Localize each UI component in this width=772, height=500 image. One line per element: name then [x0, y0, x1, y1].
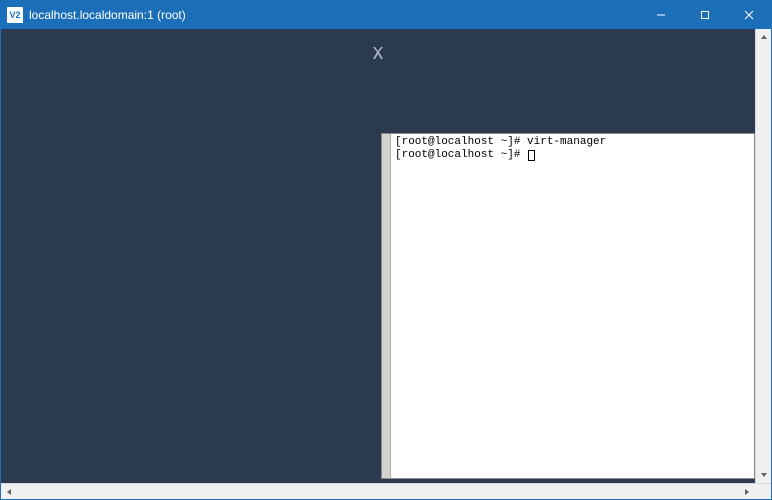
- scrollbar-corner: [755, 484, 771, 499]
- terminal-cursor: [528, 150, 535, 161]
- minimize-button[interactable]: [639, 1, 683, 29]
- vnc-app-icon: V2: [7, 7, 23, 23]
- terminal-scrollbar[interactable]: [382, 134, 391, 478]
- scroll-right-icon[interactable]: [739, 484, 755, 499]
- scroll-down-icon[interactable]: [756, 467, 771, 483]
- vertical-scrollbar[interactable]: [755, 29, 771, 483]
- scroll-up-icon[interactable]: [756, 29, 771, 45]
- horizontal-scrollbar[interactable]: [1, 483, 771, 499]
- vnc-viewer-window: V2 localhost.localdomain:1 (root) [: [0, 0, 772, 500]
- maximize-button[interactable]: [683, 1, 727, 29]
- close-button[interactable]: [727, 1, 771, 29]
- window-title: localhost.localdomain:1 (root): [29, 8, 639, 22]
- scroll-left-icon[interactable]: [1, 484, 17, 499]
- titlebar[interactable]: V2 localhost.localdomain:1 (root): [1, 1, 771, 29]
- terminal-window[interactable]: [root@localhost ~]# virt-manager [root@l…: [381, 133, 755, 479]
- terminal-command: virt-manager: [527, 136, 606, 148]
- client-area: [root@localhost ~]# virt-manager [root@l…: [1, 29, 771, 483]
- terminal-prompt: [root@localhost ~]#: [395, 136, 527, 148]
- x-logo-icon: [370, 45, 386, 66]
- terminal-prompt: [root@localhost ~]#: [395, 149, 527, 161]
- terminal-body[interactable]: [root@localhost ~]# virt-manager [root@l…: [391, 134, 754, 478]
- remote-desktop[interactable]: [root@localhost ~]# virt-manager [root@l…: [1, 29, 755, 483]
- window-controls: [639, 1, 771, 29]
